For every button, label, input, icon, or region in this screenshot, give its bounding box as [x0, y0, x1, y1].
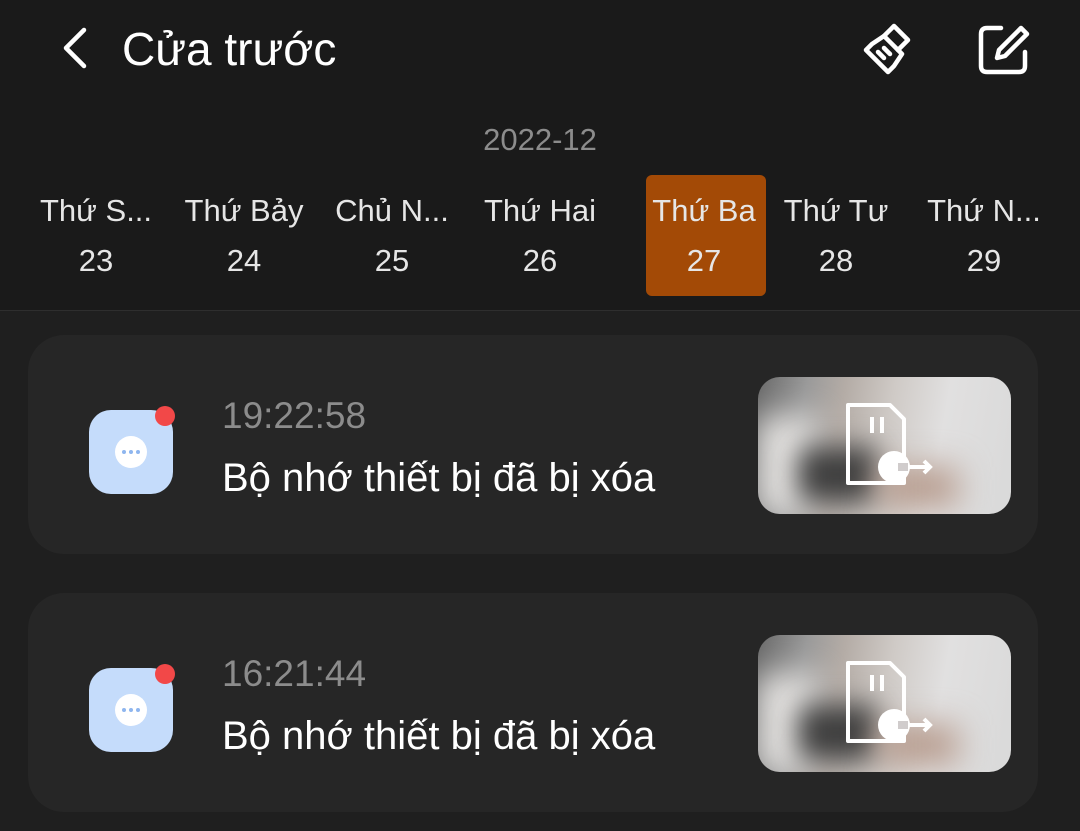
event-card[interactable]: 19:22:58 Bộ nhớ thiết bị đã bị xóa — [28, 335, 1038, 554]
day-name: Thứ S... — [39, 193, 153, 228]
edit-button[interactable] — [970, 20, 1036, 80]
day-item-24[interactable]: Thứ Bảy 24 — [170, 175, 318, 297]
unread-dot — [155, 664, 175, 684]
day-name: Thứ Ba — [652, 193, 756, 228]
header-bar: Cửa trước — [0, 0, 1080, 100]
day-item-23[interactable]: Thứ S... 23 — [22, 175, 170, 297]
day-item-27-selected[interactable]: Thứ Ba 27 — [614, 175, 766, 297]
unread-dot — [155, 406, 175, 426]
day-item-28[interactable]: Thứ Tư 28 — [762, 175, 910, 297]
event-description: Bộ nhớ thiết bị đã bị xóa — [222, 714, 656, 758]
message-icon — [89, 664, 175, 752]
day-name: Thứ Bảy — [184, 193, 304, 228]
day-selector: Thứ S... 23 Thứ Bảy 24 Chủ N... 25 Thứ H… — [22, 175, 1058, 297]
back-arrow-icon — [63, 27, 87, 69]
day-name: Chủ N... — [335, 193, 449, 228]
message-icon — [89, 406, 175, 494]
broom-icon — [863, 23, 911, 75]
day-name: Thứ N... — [927, 193, 1041, 228]
day-number: 27 — [686, 243, 722, 278]
day-name: Thứ Hai — [483, 193, 597, 228]
day-item-29[interactable]: Thứ N... 29 — [910, 175, 1058, 297]
day-item-25[interactable]: Chủ N... 25 — [318, 175, 466, 297]
edit-icon — [978, 25, 1030, 75]
screen: Cửa trước 2022-12 Thứ S... 23 Thứ Bảy 24… — [0, 0, 1080, 831]
sd-card-removed-icon — [846, 403, 933, 485]
event-thumbnail[interactable] — [758, 635, 1011, 772]
event-description: Bộ nhớ thiết bị đã bị xóa — [222, 456, 656, 500]
back-button[interactable] — [50, 20, 100, 76]
day-item-26[interactable]: Thứ Hai 26 — [466, 175, 614, 297]
sd-card-removed-icon — [846, 661, 933, 743]
event-time: 16:21:44 — [222, 653, 367, 694]
page-title: Cửa trước — [122, 23, 337, 75]
day-number: 26 — [522, 243, 558, 278]
day-number: 24 — [226, 243, 262, 278]
day-number: 25 — [374, 243, 410, 278]
day-name: Thứ Tư — [783, 193, 889, 228]
event-card[interactable]: 16:21:44 Bộ nhớ thiết bị đã bị xóa — [28, 593, 1038, 812]
month-label: 2022-12 — [483, 122, 597, 157]
event-thumbnail[interactable] — [758, 377, 1011, 514]
day-number: 29 — [966, 243, 1002, 278]
day-number: 23 — [78, 243, 114, 278]
day-number: 28 — [818, 243, 854, 278]
clear-events-button[interactable] — [855, 20, 921, 80]
event-time: 19:22:58 — [222, 395, 367, 436]
